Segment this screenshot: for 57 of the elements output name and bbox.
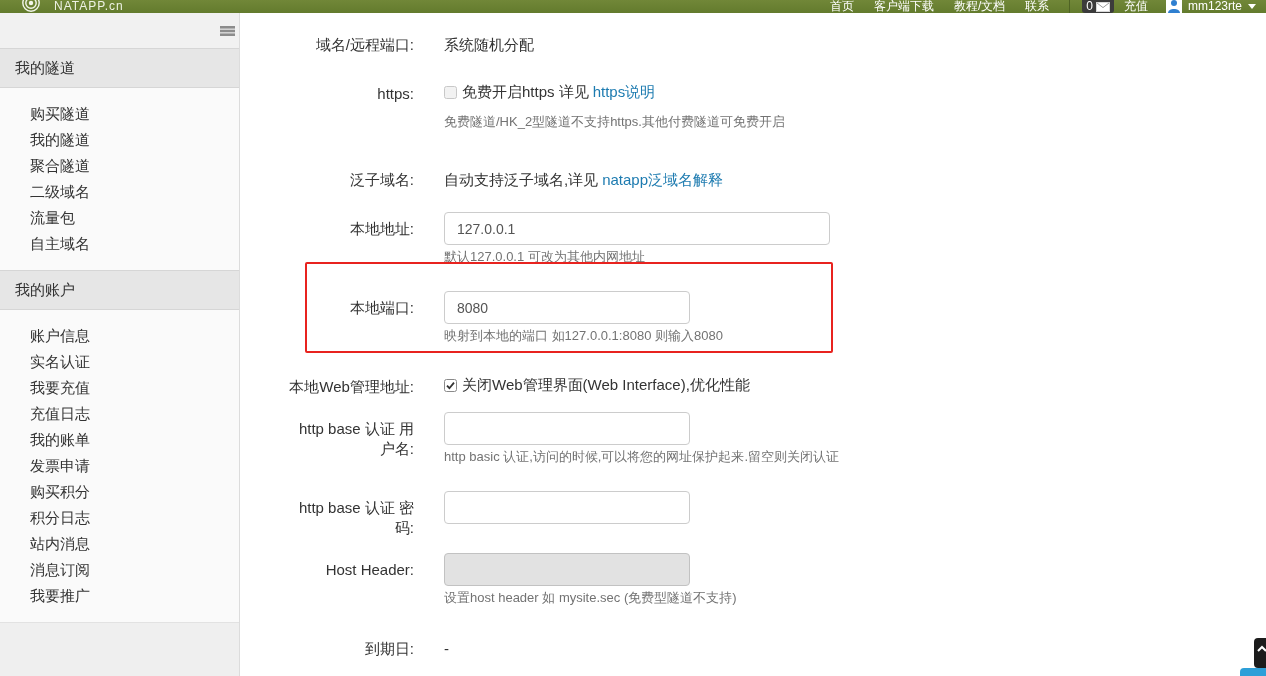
caret-icon — [1248, 4, 1256, 9]
messages-button[interactable]: 0 — [1082, 0, 1114, 13]
nav-link[interactable]: 教程/文档 — [953, 0, 1006, 13]
sidebar-item[interactable]: 流量包 — [30, 205, 239, 231]
sidebar-item[interactable]: 我要推广 — [30, 583, 239, 609]
nav-link[interactable]: 联系 — [1025, 0, 1050, 13]
menu-icon[interactable] — [220, 26, 235, 36]
help-link[interactable]: natapp泛域名解释 — [602, 171, 724, 188]
logo-text[interactable]: NATAPP.cn — [54, 0, 124, 13]
field-value: - — [444, 640, 449, 657]
input-field[interactable]: 127.0.0.1 — [444, 212, 830, 245]
field-label: 本地端口: — [348, 298, 414, 318]
field-value: 自动支持泛子域名,详见 — [444, 171, 599, 188]
sidebar-item[interactable]: 聚合隧道 — [30, 153, 239, 179]
field-label: Host Header: — [324, 560, 414, 580]
checkbox-label: 免费开启https 详见 — [462, 82, 589, 102]
sidebar-item[interactable]: 购买积分 — [30, 479, 239, 505]
help-text: 设置host header 如 mysite.sec (免费型隧道不支持) — [444, 589, 737, 607]
recharge-link[interactable]: 充值 — [1123, 0, 1148, 13]
checkbox[interactable] — [444, 85, 457, 99]
nav-link[interactable]: 客户端下载 — [873, 0, 934, 13]
sidebar-item[interactable]: 自主域名 — [30, 231, 239, 257]
sidebar-item[interactable]: 积分日志 — [30, 505, 239, 531]
help-text: 免费隧道/HK_2型隧道不支持https.其他付费隧道可免费开启 — [444, 113, 785, 131]
sidebar-item[interactable]: 消息订阅 — [30, 557, 239, 583]
input-field[interactable]: 8080 — [444, 291, 690, 324]
help-text: 映射到本地的端口 如127.0.0.1:8080 则输入8080 — [444, 327, 723, 345]
field-label: 本地Web管理地址: — [288, 377, 414, 397]
sidebar-item[interactable]: 我的隧道 — [30, 127, 239, 153]
field-label: 泛子域名: — [348, 170, 414, 190]
field-label: https: — [376, 84, 414, 104]
field-label: http base 认证 密码: — [297, 498, 414, 538]
input-field[interactable] — [444, 491, 690, 524]
sidebar-item[interactable]: 充值日志 — [30, 401, 239, 427]
field-value: 系统随机分配 — [444, 36, 534, 53]
sidebar-section-header[interactable]: 我的隧道 — [0, 48, 239, 88]
sidebar-section-header[interactable]: 我的账户 — [0, 270, 239, 310]
sidebar-item[interactable]: 实名认证 — [30, 349, 239, 375]
back-to-top-icon[interactable] — [1254, 638, 1266, 668]
field-label: http base 认证 用户名: — [297, 419, 414, 459]
sidebar-item[interactable]: 发票申请 — [30, 453, 239, 479]
field-label: 到期日: — [363, 639, 414, 659]
sidebar-item[interactable]: 站内消息 — [30, 531, 239, 557]
checkbox[interactable] — [444, 378, 457, 392]
help-text: http basic 认证,访问的时候,可以将您的网址保护起来.留空则关闭认证 — [444, 448, 840, 466]
sidebar-item[interactable]: 我的账单 — [30, 427, 239, 453]
nav-link[interactable]: 首页 — [829, 0, 854, 13]
user-menu[interactable]: mm123rte — [1165, 0, 1256, 13]
help-link[interactable]: https说明 — [592, 82, 656, 102]
sidebar-item[interactable]: 购买隧道 — [30, 101, 239, 127]
sidebar-item[interactable]: 我要充值 — [30, 375, 239, 401]
field-label: 域名/远程端口: — [314, 35, 414, 55]
field-label: 本地地址: — [348, 219, 414, 239]
checkbox-label: 关闭Web管理界面(Web Interface),优化性能 — [462, 375, 750, 395]
sidebar-item[interactable]: 账户信息 — [30, 323, 239, 349]
sidebar-item[interactable]: 二级域名 — [30, 179, 239, 205]
input-field[interactable] — [444, 412, 690, 445]
